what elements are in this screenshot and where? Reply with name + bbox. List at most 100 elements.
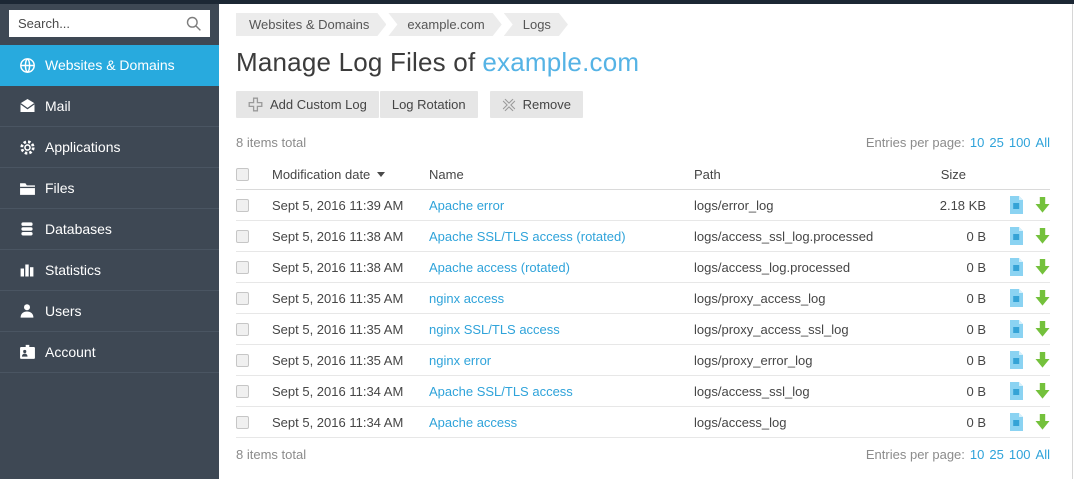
view-log-file-icon[interactable] [1009,258,1024,276]
view-log-file-icon[interactable] [1009,413,1024,431]
log-name-link[interactable]: Apache SSL/TLS access (rotated) [429,229,626,244]
folder-icon [19,181,45,196]
breadcrumb-domain[interactable]: example.com [388,13,501,36]
list-meta-top: 8 items total Entries per page: 10 25 100 Al… [236,135,1050,150]
sidebar-item-label: Files [45,180,75,196]
entries-per-page: Entries per page: 10 25 100 All [866,135,1050,150]
row-checkbox[interactable] [236,229,249,243]
mail-icon [19,98,45,114]
search-icon[interactable] [186,16,202,32]
table-row: Sept 5, 2016 11:35 AM nginx error logs/p… [236,345,1050,376]
sidebar-item-websites-domains[interactable]: Websites & Domains [0,45,219,86]
remove-button[interactable]: Remove [489,91,583,118]
view-log-file-icon[interactable] [1009,382,1024,400]
download-arrow-icon[interactable] [1035,352,1050,368]
toolbar: Add Custom Log Log Rotation Remove [236,91,1050,118]
breadcrumb-websites-domains[interactable]: Websites & Domains [236,13,386,36]
download-arrow-icon[interactable] [1035,383,1050,399]
row-checkbox[interactable] [236,260,249,274]
log-name-link[interactable]: Apache access [429,415,517,430]
sidebar-item-label: Applications [45,139,121,155]
search-wrap [0,0,219,45]
row-checkbox[interactable] [236,198,249,212]
page-size-10[interactable]: 10 [970,447,984,462]
log-name-link[interactable]: Apache error [429,198,504,213]
page-size-25[interactable]: 25 [989,447,1003,462]
page-size-10[interactable]: 10 [970,135,984,150]
table-row: Sept 5, 2016 11:38 AM Apache access (rot… [236,252,1050,283]
row-checkbox[interactable] [236,353,249,367]
sidebar-item-account[interactable]: Account [0,332,219,373]
table-row: Sept 5, 2016 11:34 AM Apache access logs… [236,407,1050,438]
sidebar-item-databases[interactable]: Databases [0,209,219,250]
log-name-link[interactable]: Apache access (rotated) [429,260,570,275]
column-header-name[interactable]: Name [429,167,694,182]
table-row: Sept 5, 2016 11:35 AM nginx access logs/… [236,283,1050,314]
row-size: 0 B [966,414,986,430]
log-rotation-button[interactable]: Log Rotation [379,91,478,118]
row-checkbox[interactable] [236,291,249,305]
row-date: Sept 5, 2016 11:34 AM [272,383,404,399]
row-size: 0 B [966,290,986,306]
page-size-25[interactable]: 25 [989,135,1003,150]
view-log-file-icon[interactable] [1009,227,1024,245]
row-checkbox[interactable] [236,415,249,429]
row-checkbox[interactable] [236,384,249,398]
download-arrow-icon[interactable] [1035,290,1050,306]
view-log-file-icon[interactable] [1009,289,1024,307]
page-title: Manage Log Files of example.com [236,47,1050,78]
page-size-all[interactable]: All [1036,135,1050,150]
sidebar-item-statistics[interactable]: Statistics [0,250,219,291]
download-arrow-icon[interactable] [1035,414,1050,430]
row-date: Sept 5, 2016 11:35 AM [272,290,404,306]
download-arrow-icon[interactable] [1035,321,1050,337]
sidebar-item-label: Users [45,303,82,319]
sidebar-item-files[interactable]: Files [0,168,219,209]
log-files-table: Modification date Name Path Size Sept 5,… [236,160,1050,438]
search-input[interactable] [9,10,210,37]
column-header-modification-date[interactable]: Modification date [272,167,429,182]
column-header-size[interactable]: Size [900,167,986,182]
sidebar-item-applications[interactable]: Applications [0,127,219,168]
page-size-100[interactable]: 100 [1009,135,1031,150]
row-size: 0 B [966,228,986,244]
breadcrumb-logs[interactable]: Logs [504,13,568,36]
id-card-icon [19,344,45,360]
column-header-path[interactable]: Path [694,167,900,182]
sidebar-item-label: Statistics [45,262,102,278]
view-log-file-icon[interactable] [1009,320,1024,338]
row-path: logs/error_log [694,197,774,213]
log-name-link[interactable]: nginx error [429,353,491,368]
page-title-domain: example.com [482,47,640,77]
sidebar-item-users[interactable]: Users [0,291,219,332]
download-arrow-icon[interactable] [1035,228,1050,244]
modification-date-label: Modification date [272,167,371,182]
entries-per-page-label: Entries per page: [865,135,965,150]
sidebar-item-label: Mail [45,98,71,114]
list-meta-bottom: 8 items total Entries per page: 10 25 100 Al… [236,447,1050,462]
download-arrow-icon[interactable] [1035,197,1050,213]
select-all-checkbox[interactable] [236,168,249,181]
view-log-file-icon[interactable] [1009,196,1024,214]
row-checkbox[interactable] [236,322,249,336]
row-path: logs/proxy_access_log [694,290,826,306]
log-name-link[interactable]: Apache SSL/TLS access [429,384,573,399]
row-path: logs/access_log [694,414,787,430]
download-arrow-icon[interactable] [1035,259,1050,275]
row-size: 2.18 KB [939,197,986,213]
table-row: Sept 5, 2016 11:35 AM nginx SSL/TLS acce… [236,314,1050,345]
add-custom-log-button[interactable]: Add Custom Log [236,91,379,118]
sort-desc-icon [377,172,386,177]
add-custom-log-label: Add Custom Log [270,97,367,112]
page-size-100[interactable]: 100 [1009,447,1031,462]
page-size-all[interactable]: All [1036,447,1050,462]
sidebar-item-label: Account [45,344,96,360]
sidebar-item-mail[interactable]: Mail [0,86,219,127]
log-name-link[interactable]: nginx SSL/TLS access [429,322,560,337]
row-date: Sept 5, 2016 11:38 AM [272,259,404,275]
row-path: logs/access_ssl_log.processed [694,228,874,244]
log-name-link[interactable]: nginx access [429,291,504,306]
top-strip [0,0,1074,4]
breadcrumb: Websites & Domains example.com Logs [236,13,1050,36]
view-log-file-icon[interactable] [1009,351,1024,369]
